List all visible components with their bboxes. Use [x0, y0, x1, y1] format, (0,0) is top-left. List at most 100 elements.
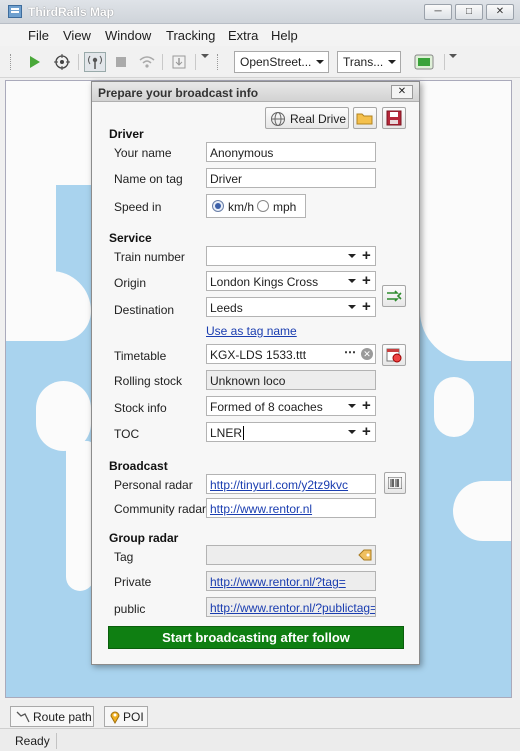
swap-origin-destination-button[interactable]	[382, 285, 406, 307]
menu-tracking[interactable]: Tracking	[166, 28, 215, 43]
add-icon[interactable]: +	[362, 299, 371, 315]
broadcast-icon[interactable]	[84, 52, 106, 72]
transport-select[interactable]: Trans...	[337, 51, 401, 73]
private-radar-link[interactable]: http://www.rentor.nl/?tag=	[206, 571, 376, 591]
close-button[interactable]: ✕	[486, 4, 514, 20]
origin-combo[interactable]: London Kings Cross +	[206, 271, 376, 291]
dialog-close-button[interactable]: ✕	[391, 85, 413, 99]
tab-route-path[interactable]: Route path	[10, 706, 94, 727]
minimize-button[interactable]: ─	[424, 4, 452, 20]
chevron-down-icon[interactable]	[348, 404, 356, 408]
public-label: public	[114, 602, 146, 616]
barcode-icon	[388, 477, 402, 489]
private-label: Private	[114, 575, 152, 589]
train-number-combo[interactable]: +	[206, 246, 376, 266]
stock-info-value: Formed of 8 coaches	[210, 400, 323, 414]
name-on-tag-field[interactable]: Driver	[206, 168, 376, 188]
chevron-down-icon[interactable]	[348, 279, 356, 283]
text-cursor	[243, 426, 245, 440]
open-folder-button[interactable]	[353, 107, 377, 129]
toolbar-separator	[78, 54, 79, 70]
rolling-stock-field: Unknown loco	[206, 370, 376, 390]
add-icon[interactable]: +	[362, 424, 371, 440]
personal-radar-link[interactable]: http://tinyurl.com/y2tz9kvc	[206, 474, 376, 494]
toolbar: OpenStreet... Trans...	[0, 46, 520, 78]
community-radar-link[interactable]: http://www.rentor.nl	[206, 498, 376, 518]
your-name-label: Your name	[114, 146, 172, 160]
toolbar-separator	[195, 54, 196, 70]
group-tag-field[interactable]	[206, 545, 376, 565]
real-drive-label: Real Drive	[290, 112, 347, 126]
dialog-header: Prepare your broadcast info ✕	[92, 82, 419, 102]
map-land	[66, 441, 94, 591]
chevron-down-icon	[388, 60, 396, 64]
name-on-tag-label: Name on tag	[114, 172, 183, 186]
toolbar-overflow-chevron-icon[interactable]	[201, 54, 209, 58]
globe-icon	[271, 112, 285, 126]
target-icon[interactable]	[51, 52, 73, 72]
save-icon	[386, 110, 402, 126]
start-broadcasting-button[interactable]: Start broadcasting after follow	[108, 626, 404, 649]
rolling-stock-label: Rolling stock	[114, 374, 183, 388]
toc-label: TOC	[114, 427, 140, 441]
chevron-down-icon	[316, 60, 324, 64]
maximize-button[interactable]: □	[455, 4, 483, 20]
chevron-down-icon[interactable]	[348, 305, 356, 309]
pin-icon	[110, 711, 120, 724]
menu-extra[interactable]: Extra	[228, 28, 258, 43]
map-land	[434, 377, 474, 437]
tag-icon	[358, 549, 372, 561]
menu-help[interactable]: Help	[271, 28, 298, 43]
broadcast-dialog: Prepare your broadcast info ✕ Real Drive…	[91, 81, 420, 665]
barcode-button[interactable]	[384, 472, 406, 494]
stop-icon[interactable]	[110, 52, 132, 72]
use-as-tag-link[interactable]: Use as tag name	[206, 324, 297, 338]
menu-view[interactable]: View	[63, 28, 91, 43]
chevron-down-icon[interactable]	[348, 254, 356, 258]
toolbar-overflow-chevron-icon[interactable]	[449, 54, 457, 58]
title-bar: ThirdRails Map ─ □ ✕	[0, 0, 520, 24]
map-source-select[interactable]: OpenStreet...	[234, 51, 329, 73]
bottom-tab-strip: Route path POI	[0, 700, 520, 728]
speed-mph-radio[interactable]	[257, 200, 269, 212]
more-icon[interactable]: ⋯	[344, 345, 357, 359]
your-name-field[interactable]: Anonymous	[206, 142, 376, 162]
export-icon[interactable]	[168, 52, 190, 72]
toolbar-separator	[444, 54, 445, 70]
clear-icon[interactable]: ✕	[361, 348, 373, 360]
speed-kmh-radio[interactable]	[212, 200, 224, 212]
layers-icon[interactable]	[410, 52, 438, 72]
status-text: Ready	[15, 734, 50, 748]
play-icon[interactable]	[24, 52, 46, 72]
route-icon	[16, 711, 30, 723]
toolbar-grip[interactable]	[10, 54, 12, 70]
real-drive-button[interactable]: Real Drive	[265, 107, 349, 129]
section-broadcast: Broadcast	[109, 459, 168, 473]
timetable-field[interactable]: KGX-LDS 1533.ttt ⋯ ✕	[206, 344, 376, 364]
origin-label: Origin	[114, 276, 147, 290]
toolbar-separator	[162, 54, 163, 70]
destination-label: Destination	[114, 303, 175, 317]
menu-file[interactable]: File	[28, 28, 49, 43]
tab-poi[interactable]: POI	[104, 706, 148, 727]
add-icon[interactable]: +	[362, 273, 371, 289]
wifi-icon[interactable]	[136, 52, 158, 72]
toc-value: LNER	[210, 426, 243, 440]
destination-combo[interactable]: Leeds +	[206, 297, 376, 317]
folder-icon	[356, 113, 373, 125]
add-icon[interactable]: +	[362, 398, 371, 414]
save-button[interactable]	[382, 107, 406, 129]
toolbar-grip[interactable]	[217, 54, 219, 70]
timetable-schedule-button[interactable]	[382, 344, 406, 366]
stock-info-combo[interactable]: Formed of 8 coaches +	[206, 396, 376, 416]
chevron-down-icon[interactable]	[348, 430, 356, 434]
personal-radar-label: Personal radar	[114, 478, 193, 492]
section-group-radar: Group radar	[109, 531, 179, 545]
add-icon[interactable]: +	[362, 248, 371, 264]
transport-value: Trans...	[343, 55, 384, 69]
app-icon	[8, 5, 22, 18]
tab-route-path-label: Route path	[33, 710, 92, 724]
public-radar-link[interactable]: http://www.rentor.nl/?publictag=	[206, 597, 376, 617]
menu-window[interactable]: Window	[105, 28, 151, 43]
toc-combo[interactable]: LNER +	[206, 422, 376, 442]
